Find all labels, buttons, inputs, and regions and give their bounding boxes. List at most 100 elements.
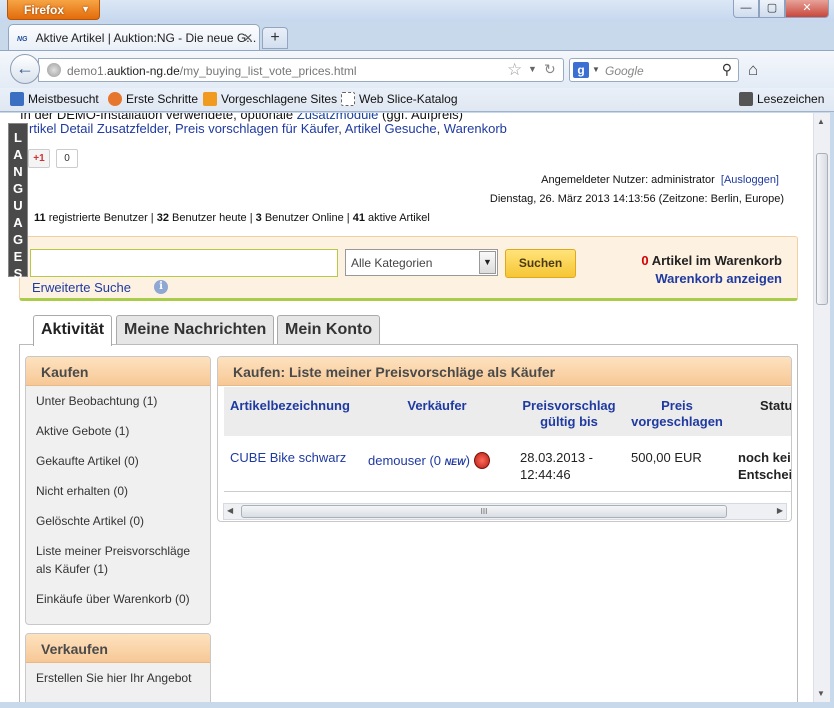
search-magnifier-icon[interactable]: ⚲: [722, 61, 732, 78]
sidebar-kaufen: Kaufen Unter Beobachtung (1) Aktive Gebo…: [25, 356, 211, 625]
bookmark-vorgeschlagene-sites[interactable]: Vorgeschlagene Sites: [203, 92, 337, 106]
info-icon[interactable]: i: [154, 280, 168, 294]
logout-link[interactable]: [Ausloggen]: [721, 174, 779, 186]
status-cell: noch keineEntscheidung: [738, 450, 792, 482]
search-box[interactable]: g ▼ Google ⚲: [569, 58, 739, 82]
show-cart-link[interactable]: Warenkorb anzeigen: [655, 271, 782, 286]
scroll-right-icon[interactable]: ▶: [777, 506, 783, 515]
sidebar-verkaufen-title: Verkaufen: [26, 634, 210, 663]
tab-konto[interactable]: Mein Konto: [277, 315, 381, 344]
search-placeholder: Google: [605, 64, 644, 78]
sidebar-item-not-received[interactable]: Nicht erhalten (0): [26, 476, 210, 506]
chevron-down-icon: ▼: [81, 4, 90, 14]
logged-in-user: Angemeldeter Nutzer: administrator [Ausl…: [541, 174, 779, 186]
col-status[interactable]: Status: [760, 398, 791, 414]
col-article[interactable]: Artikelbezeichnung: [230, 398, 360, 414]
home-icon[interactable]: ⌂: [748, 60, 758, 80]
close-window-button[interactable]: ✕: [785, 0, 829, 18]
link-price-suggest[interactable]: Preis vorschlagen für Käufer: [175, 121, 338, 136]
table-horizontal-scrollbar[interactable]: ◀ III ▶: [223, 503, 787, 520]
sidebar-verkaufen: Verkaufen Erstellen Sie hier Ihr Angebot: [25, 633, 211, 702]
sidebar-item-deleted[interactable]: Gelöschte Artikel (0): [26, 506, 210, 536]
new-badge: NEW: [444, 457, 466, 467]
browser-tab-active[interactable]: NG Aktive Artikel | Auktion:NG - Die neu…: [8, 24, 260, 50]
tab-aktivitaet[interactable]: Aktivität: [33, 315, 113, 346]
tab-close-icon[interactable]: ✕: [243, 31, 253, 45]
bookmark-web-slice-katalog[interactable]: Web Slice-Katalog: [341, 92, 458, 106]
select-arrow-icon[interactable]: ▼: [479, 251, 496, 274]
seller-link[interactable]: demouser: [368, 453, 426, 468]
link-cart[interactable]: Warenkorb: [444, 121, 507, 136]
engine-dropdown-icon[interactable]: ▼: [592, 65, 600, 74]
window-controls: — ▢ ✕: [733, 0, 829, 18]
google-engine-icon[interactable]: g: [573, 62, 589, 78]
firefox-menu-label: Firefox: [24, 3, 65, 17]
page-vertical-scrollbar[interactable]: ▲ ▼: [813, 113, 830, 702]
languages-side-tab[interactable]: LANGUAGES: [8, 123, 28, 281]
back-arrow-icon: ←: [16, 58, 34, 78]
search-panel: Alle Kategorien ▼ Suchen Erweiterte Suche…: [19, 236, 798, 301]
extended-search-link[interactable]: Erweiterte Suche: [32, 280, 131, 295]
sidebar-item-price-proposals[interactable]: Liste meiner Preisvorschläge als Käufer …: [26, 536, 210, 584]
bookmark-folder-icon: [10, 92, 24, 106]
google-plus-button[interactable]: +1: [28, 149, 50, 168]
sidebar-item-watching[interactable]: Unter Beobachtung (1): [26, 386, 210, 416]
sidebar-item-bought[interactable]: Gekaufte Artikel (0): [26, 446, 210, 476]
table-header: Artikelbezeichnung Verkäufer Preisvorsch…: [224, 387, 791, 436]
table-row: CUBE Bike schwarz demouser (0 NEW) 28.03…: [224, 436, 792, 492]
valid-until-cell: 28.03.2013 -12:44:46: [520, 450, 594, 482]
scroll-down-icon[interactable]: ▼: [817, 689, 825, 698]
price-proposals-panel: Kaufen: Liste meiner Preisvorschläge als…: [217, 356, 792, 522]
bookmark-star-icon[interactable]: ☆: [507, 60, 522, 80]
col-valid-until[interactable]: Preisvorschlag gültig bis: [514, 398, 624, 430]
site-identity-icon[interactable]: [47, 63, 61, 77]
cart-summary: 0 Artikel im Warenkorb: [641, 253, 782, 268]
window-frame-right: [830, 113, 834, 708]
firefox-icon: [108, 92, 122, 106]
history-dropdown-icon[interactable]: ▼: [528, 64, 537, 74]
scroll-thumb[interactable]: III: [241, 505, 727, 518]
proposals-table: Artikelbezeichnung Verkäufer Preisvorsch…: [224, 387, 792, 495]
tab-strip: NG Aktive Artikel | Auktion:NG - Die neu…: [0, 22, 834, 50]
firefox-menu-button[interactable]: Firefox ▼: [7, 0, 100, 20]
site-statistics: 11 registrierte Benutzer | 32 Benutzer h…: [34, 212, 430, 224]
url-text[interactable]: demo1.auktion-ng.de/my_buying_list_vote_…: [67, 64, 357, 78]
price-cell: 500,00 EUR: [631, 450, 702, 465]
link-article-detail[interactable]: rtikel Detail Zusatzfelder: [29, 121, 168, 136]
col-seller[interactable]: Verkäufer: [392, 398, 482, 414]
window-frame-bottom: [0, 702, 834, 708]
article-link[interactable]: CUBE Bike schwarz: [230, 449, 346, 466]
search-input[interactable]: [30, 249, 338, 277]
tab-nachrichten[interactable]: Meine Nachrichten: [116, 315, 275, 344]
sidebar-kaufen-title: Kaufen: [26, 357, 210, 386]
bookmark-erste-schritte[interactable]: Erste Schritte: [108, 92, 198, 106]
window-titlebar: Firefox ▼ — ▢ ✕: [0, 0, 834, 22]
minimize-button[interactable]: —: [733, 0, 759, 18]
sidebar-item-create-offer[interactable]: Erstellen Sie hier Ihr Angebot: [26, 663, 210, 693]
bookmark-meistbesucht[interactable]: Meistbesucht: [10, 92, 99, 106]
scroll-thumb-vertical[interactable]: [816, 153, 828, 305]
link-article-requests[interactable]: Artikel Gesuche: [345, 121, 437, 136]
search-button[interactable]: Suchen: [505, 249, 576, 278]
panel-title: Kaufen: Liste meiner Preisvorschläge als…: [218, 357, 791, 386]
bookmarks-menu-button[interactable]: Lesezeichen: [739, 92, 824, 106]
tab-title: Aktive Artikel | Auktion:NG - Die neue G…: [35, 31, 257, 45]
bookmarks-toolbar: Meistbesucht Erste Schritte Vorgeschlage…: [0, 88, 834, 112]
category-select[interactable]: Alle Kategorien ▼: [345, 249, 498, 276]
sidebar-item-active-bids[interactable]: Aktive Gebote (1): [26, 416, 210, 446]
col-price[interactable]: Preis vorgeschlagen: [627, 398, 727, 430]
feature-links: rtikel Detail Zusatzfelder, Preis vorsch…: [29, 121, 507, 136]
address-bar[interactable]: demo1.auktion-ng.de/my_buying_list_vote_…: [38, 58, 564, 82]
suggested-sites-icon: [203, 92, 217, 106]
sidebar-item-cart-purchases[interactable]: Einkäufe über Warenkorb (0): [26, 584, 210, 614]
new-tab-button[interactable]: +: [262, 27, 288, 49]
web-slice-icon: [341, 92, 355, 106]
scroll-up-icon[interactable]: ▲: [817, 117, 825, 126]
navigation-toolbar: demo1.auktion-ng.de/my_buying_list_vote_…: [0, 50, 834, 88]
reload-icon[interactable]: ↻: [544, 61, 556, 78]
scroll-left-icon[interactable]: ◀: [227, 506, 233, 515]
back-button[interactable]: ←: [10, 54, 40, 84]
bookmarks-menu-icon: [739, 92, 753, 106]
seller-cell: demouser (0 NEW): [368, 452, 490, 471]
maximize-button[interactable]: ▢: [759, 0, 785, 18]
